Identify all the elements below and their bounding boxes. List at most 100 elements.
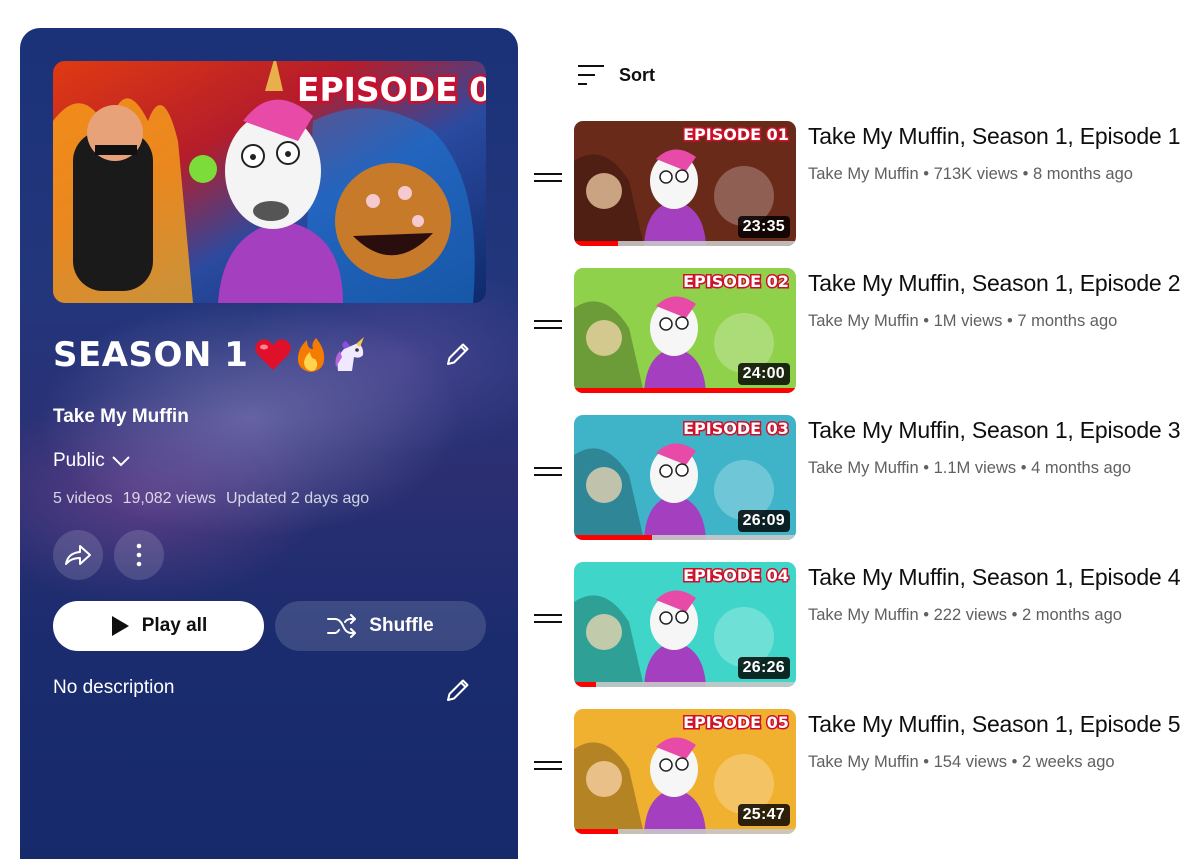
fire-emoji-icon — [298, 338, 325, 372]
meta-separator: • — [918, 312, 934, 330]
meta-separator: • — [918, 459, 934, 477]
video-meta: Take My Muffin • 713K views • 8 months a… — [808, 165, 1133, 184]
video-age: 7 months ago — [1017, 312, 1118, 330]
video-channel[interactable]: Take My Muffin — [808, 459, 919, 477]
video-thumbnail[interactable]: EPISODE 03 26:09 — [574, 415, 796, 540]
pencil-icon — [447, 679, 469, 701]
watch-progress-bar — [574, 535, 796, 540]
pencil-icon — [447, 343, 469, 365]
video-age: 2 weeks ago — [1021, 753, 1115, 771]
sort-label: Sort — [619, 64, 655, 85]
thumb-episode-text: EPISODE 05 — [683, 713, 789, 732]
thumb-episode-text: EPISODE 03 — [683, 419, 789, 438]
drag-handle-icon[interactable] — [534, 173, 562, 193]
video-duration: 23:35 — [737, 216, 790, 238]
video-meta: Take My Muffin • 1M views • 7 months ago — [808, 312, 1117, 331]
chevron-down-icon — [112, 456, 130, 467]
video-meta: Take My Muffin • 222 views • 2 months ag… — [808, 606, 1122, 625]
edit-title-button[interactable] — [440, 336, 476, 372]
watch-progress-bar — [574, 829, 796, 834]
video-channel[interactable]: Take My Muffin — [808, 312, 919, 330]
watch-progress-bar — [574, 682, 796, 687]
more-vertical-icon — [136, 543, 142, 567]
meta-separator: • — [1002, 312, 1018, 330]
playlist-video-row[interactable]: EPISODE 04 26:26 Take My Muffin, Season 1,… — [534, 562, 1184, 687]
playlist-video-row[interactable]: EPISODE 02 24:00 Take My Muffin, Season 1,… — [534, 268, 1184, 393]
video-views: 1.1M views — [933, 459, 1017, 477]
video-title[interactable]: Take My Muffin, Season 1, Episode 1 — [808, 123, 1180, 150]
meta-separator: • — [1006, 606, 1022, 624]
privacy-dropdown[interactable]: Public — [53, 450, 131, 472]
watch-progress-bar — [574, 388, 796, 393]
playlist-video-row[interactable]: EPISODE 03 26:09 Take My Muffin, Season 1,… — [534, 415, 1184, 540]
playlist-title: SEASON 1 — [53, 335, 249, 375]
thumb-episode-text: EPISODE 04 — [683, 566, 789, 585]
watch-progress-fill — [574, 829, 619, 834]
video-title[interactable]: Take My Muffin, Season 1, Episode 2 — [808, 270, 1180, 297]
watch-progress-fill — [574, 388, 796, 393]
meta-separator: • — [918, 753, 934, 771]
video-duration: 26:26 — [737, 657, 790, 679]
sort-button[interactable]: Sort — [577, 64, 655, 86]
video-title[interactable]: Take My Muffin, Season 1, Episode 5 — [808, 711, 1180, 738]
video-views: 222 views — [933, 606, 1007, 624]
play-all-label: Play all — [141, 615, 208, 636]
playlist-stats: 5 videos 19,082 views Updated 2 days ago — [53, 490, 369, 508]
video-age: 4 months ago — [1031, 459, 1132, 477]
channel-name[interactable]: Take My Muffin — [53, 406, 189, 428]
unicorn-emoji-icon — [335, 337, 365, 371]
video-age: 8 months ago — [1032, 165, 1133, 183]
hero-episode-text: EPISODE 01 — [297, 70, 486, 109]
video-age: 2 months ago — [1021, 606, 1122, 624]
meta-separator: • — [1006, 753, 1022, 771]
drag-handle-icon[interactable] — [534, 614, 562, 634]
privacy-label: Public — [53, 450, 105, 471]
drag-handle-icon[interactable] — [534, 320, 562, 340]
video-duration: 26:09 — [737, 510, 790, 532]
share-button[interactable] — [53, 530, 103, 580]
drag-handle-icon[interactable] — [534, 467, 562, 487]
video-channel[interactable]: Take My Muffin — [808, 606, 919, 624]
video-views: 154 views — [933, 753, 1007, 771]
meta-separator: • — [1018, 165, 1033, 183]
drag-handle-icon[interactable] — [534, 761, 562, 781]
thumb-episode-text: EPISODE 01 — [683, 125, 789, 144]
meta-separator: • — [1016, 459, 1032, 477]
playlist-video-row[interactable]: EPISODE 05 25:47 Take My Muffin, Season 1,… — [534, 709, 1184, 834]
video-thumbnail[interactable]: EPISODE 05 25:47 — [574, 709, 796, 834]
video-views: 1M views — [933, 312, 1003, 330]
watch-progress-fill — [574, 682, 597, 687]
playlist-header-panel: EPISODE 01 SEASON 1 Take My Muffin Publi… — [20, 28, 518, 859]
edit-description-button[interactable] — [440, 672, 476, 708]
video-thumbnail[interactable]: EPISODE 01 23:35 — [574, 121, 796, 246]
sort-icon — [578, 65, 604, 85]
video-title[interactable]: Take My Muffin, Season 1, Episode 4 — [808, 564, 1180, 591]
share-icon — [65, 545, 91, 565]
playlist-video-row[interactable]: EPISODE 01 23:35 Take My Muffin, Season 1,… — [534, 121, 1184, 246]
meta-separator: • — [918, 165, 934, 183]
video-duration: 25:47 — [737, 804, 790, 826]
video-title[interactable]: Take My Muffin, Season 1, Episode 3 — [808, 417, 1180, 444]
more-actions-button[interactable] — [114, 530, 164, 580]
playlist-thumbnail[interactable]: EPISODE 01 — [53, 61, 486, 303]
title-emojis — [254, 337, 368, 373]
updated-time: Updated 2 days ago — [225, 490, 370, 507]
watch-progress-fill — [574, 241, 619, 246]
play-icon — [111, 616, 129, 636]
play-all-button[interactable]: Play all — [53, 601, 264, 651]
playlist-description: No description — [53, 677, 175, 698]
video-meta: Take My Muffin • 154 views • 2 weeks ago — [808, 753, 1115, 772]
playlist-title-row: SEASON 1 — [53, 333, 368, 377]
video-channel[interactable]: Take My Muffin — [808, 165, 919, 183]
view-count: 19,082 views — [122, 490, 216, 507]
video-thumbnail[interactable]: EPISODE 02 24:00 — [574, 268, 796, 393]
shuffle-button[interactable]: Shuffle — [275, 601, 486, 651]
video-channel[interactable]: Take My Muffin — [808, 753, 919, 771]
video-thumbnail[interactable]: EPISODE 04 26:26 — [574, 562, 796, 687]
watch-progress-fill — [574, 535, 652, 540]
video-meta: Take My Muffin • 1.1M views • 4 months a… — [808, 459, 1131, 478]
heart-emoji-icon — [255, 339, 292, 370]
shuffle-icon — [327, 614, 357, 638]
shuffle-label: Shuffle — [369, 615, 434, 636]
video-duration: 24:00 — [737, 363, 790, 385]
